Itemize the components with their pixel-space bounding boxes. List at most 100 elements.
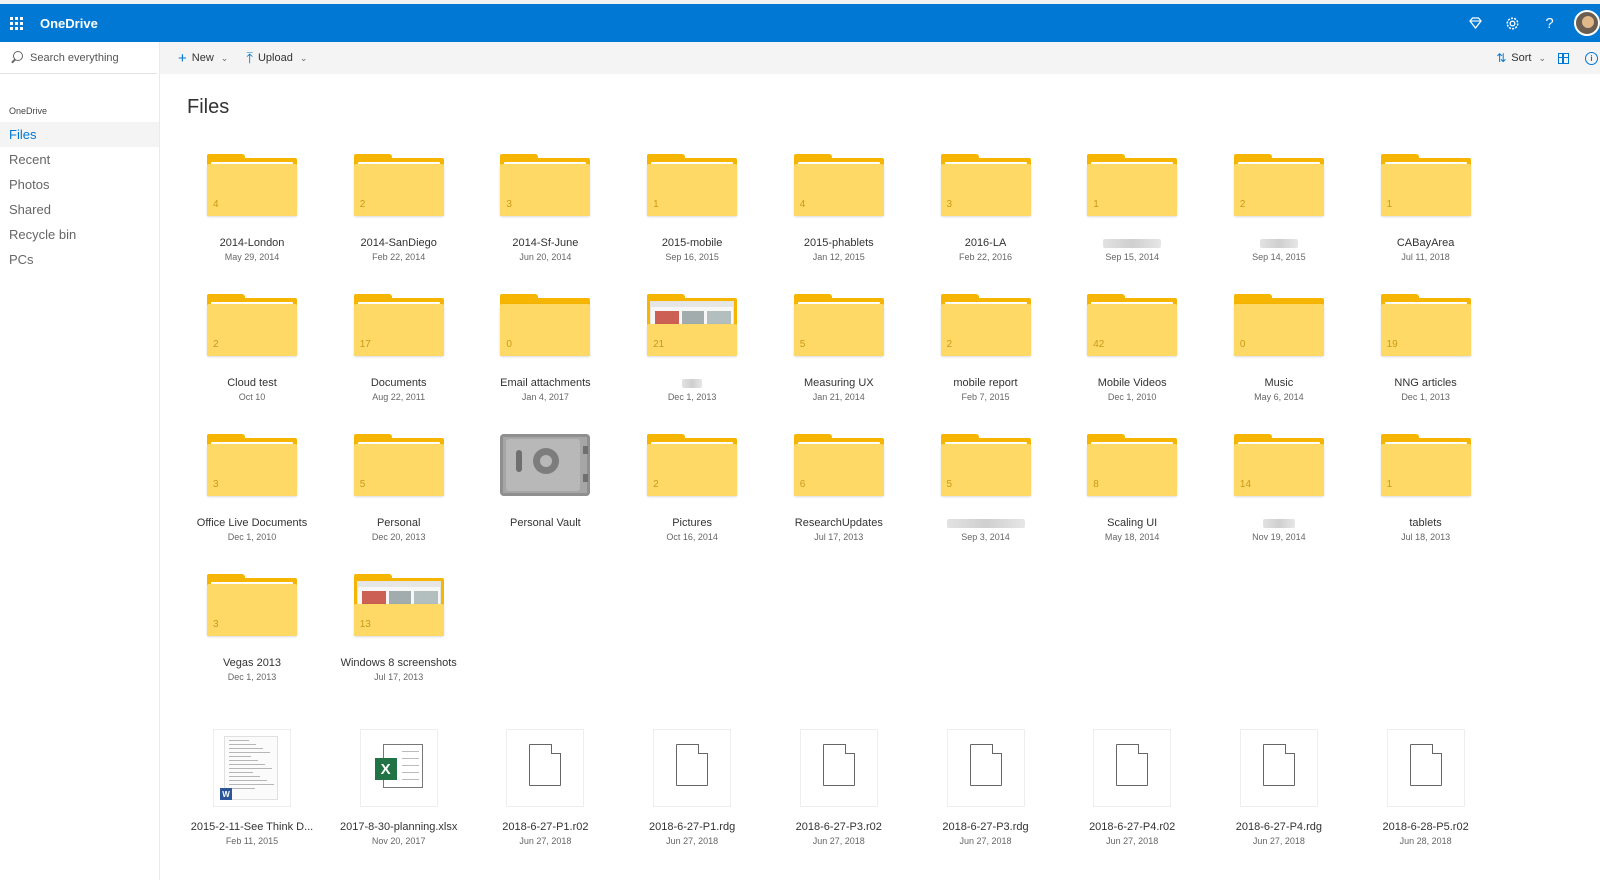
item-count: 0 [1239,339,1246,350]
folder-name: Email attachments [500,377,591,389]
folder-tile[interactable]: 3 Vegas 2013 Dec 1, 2013 [179,574,325,683]
sidebar-item-files[interactable]: Files [0,122,159,147]
folder-date: Sep 15, 2014 [1105,252,1159,262]
folder-tile[interactable]: 3 Office Live Documents Dec 1, 2010 [179,434,325,543]
folder-tile[interactable]: 1 CABayArea Jul 11, 2018 [1353,154,1499,263]
sidebar-item-recycle-bin[interactable]: Recycle bin [0,222,159,247]
folder-name: Personal [376,517,421,529]
search-box[interactable] [0,42,157,74]
folder-tile[interactable]: 0 Music May 6, 2014 [1206,294,1352,403]
avatar[interactable] [1574,10,1600,36]
item-count: 2 [946,339,953,350]
app-launcher-icon[interactable] [0,4,32,42]
folder-tile[interactable]: 4 2014-London May 29, 2014 [179,154,325,263]
folder-icon: 1 [1087,154,1178,216]
folder-name [619,376,765,390]
app-title[interactable]: OneDrive [40,16,98,31]
item-count: 1 [1093,199,1099,210]
folder-icon: 1 [1380,154,1471,216]
folder-tile[interactable]: 1 2015-mobile Sep 16, 2015 [619,154,765,263]
folder-date: Nov 19, 2014 [1252,532,1306,542]
folder-tile[interactable]: 13 Windows 8 screenshots Jul 17, 2013 [326,574,472,683]
help-icon[interactable]: ? [1531,4,1568,42]
folder-tile[interactable]: 5 Personal Dec 20, 2013 [326,434,472,543]
sidebar: OneDrive Files Recent Photos Shared Recy… [0,42,160,880]
folder-date: Oct 16, 2014 [666,532,718,542]
gear-icon[interactable] [1494,4,1531,42]
folder-date: Sep 16, 2015 [665,252,719,262]
folder-icon: 3 [207,574,297,636]
file-tile[interactable]: 2018-6-27-P1.r02 Jun 27, 2018 [472,730,618,847]
folder-tile[interactable]: 3 2016-LA Feb 22, 2016 [913,154,1059,263]
item-count: 5 [359,479,366,490]
folder-icon: 1 [1380,434,1471,496]
generic-file-icon [1094,730,1171,806]
chevron-down-icon: ⌄ [1538,52,1546,63]
premium-diamond-icon[interactable] [1457,4,1494,42]
file-date: Jun 28, 2018 [1399,836,1452,846]
file-tile[interactable]: 2018-6-27-P3.rdg Jun 27, 2018 [913,730,1059,847]
sort-button[interactable]: ⇅ Sort ⌄ [1496,52,1546,64]
file-tile[interactable]: 2018-6-27-P3.r02 Jun 27, 2018 [766,730,912,847]
folder-tile[interactable]: 19 NNG articles Dec 1, 2013 [1353,294,1499,403]
folder-tile[interactable]: 17 Documents Aug 22, 2011 [326,294,472,403]
file-date: Feb 11, 2015 [225,836,279,846]
item-count: 1 [1386,199,1393,210]
vault-icon [500,434,591,496]
item-count: 3 [213,479,219,490]
file-tile[interactable]: 2018-6-27-P1.rdg Jun 27, 2018 [619,730,765,847]
folder-date: Sep 14, 2015 [1252,252,1306,262]
folder-name: Pictures [672,517,712,529]
generic-file-icon [947,730,1024,806]
folder-tile[interactable]: 8 Scaling UI May 18, 2014 [1059,434,1205,543]
item-count: 2 [1239,199,1246,210]
folder-tile[interactable]: 1 Sep 15, 2014 [1059,154,1205,263]
sidebar-item-pcs[interactable]: PCs [0,247,159,272]
folder-tile[interactable]: 14 Nov 19, 2014 [1206,434,1352,543]
item-count: 2 [653,479,659,490]
info-icon[interactable]: i [1585,51,1598,65]
folder-name: mobile report [953,377,1018,389]
file-tile[interactable]: 2018-6-27-P4.rdg Jun 27, 2018 [1206,730,1352,847]
folder-tile[interactable]: 3 2014-Sf-June Jun 20, 2014 [472,154,618,263]
sort-button-label: Sort [1511,52,1532,64]
upload-button[interactable]: ⤒ Upload ⌄ [246,51,307,66]
folder-icon: 1 [647,154,738,216]
file-tile[interactable]: W 2015-2-11-See Think D... Feb 11, 2015 [179,730,325,847]
folder-tile[interactable]: 4 2015-phablets Jan 12, 2015 [766,154,912,263]
file-name: 2015-2-11-See Think D... [190,821,314,833]
folder-name: 2016-LA [964,237,1007,249]
file-tile[interactable]: 2018-6-27-P4.r02 Jun 27, 2018 [1059,730,1205,847]
plus-icon: + [178,49,187,67]
folder-tile[interactable]: 2 Sep 14, 2015 [1206,154,1352,263]
folder-tile[interactable]: 2 2014-SanDiego Feb 22, 2014 [326,154,472,263]
sidebar-item-photos[interactable]: Photos [0,172,159,197]
folder-tile[interactable]: Personal Vault [472,434,618,543]
folder-tile[interactable]: 21 Dec 1, 2013 [619,294,765,403]
item-count: 2 [213,339,219,350]
folder-tile[interactable]: 6 ResearchUpdates Jul 17, 2013 [766,434,912,543]
folder-tile[interactable]: 5 Measuring UX Jan 21, 2014 [766,294,912,403]
search-input[interactable] [30,51,150,64]
file-tile[interactable]: 2018-6-28-P5.r02 Jun 28, 2018 [1353,730,1499,847]
folder-name: Mobile Videos [1097,377,1167,389]
folder-name: 2014-SanDiego [360,237,437,249]
new-button[interactable]: + New ⌄ [178,51,228,66]
tile-view-icon[interactable] [1558,52,1569,64]
folder-tile[interactable]: 1 tablets Jul 18, 2013 [1353,434,1499,543]
folder-tile[interactable]: 2 Pictures Oct 16, 2014 [619,434,765,543]
folder-tile[interactable]: 42 Mobile Videos Dec 1, 2010 [1059,294,1205,403]
file-tile[interactable]: X 2017-8-30-planning.xlsx Nov 20, 2017 [326,730,472,847]
folder-tile[interactable]: 2 Cloud test Oct 10 [179,294,325,403]
folder-name [1059,236,1205,250]
folder-name: Music [1264,377,1294,389]
sidebar-item-shared[interactable]: Shared [0,197,159,222]
folder-date: Jan 12, 2015 [812,252,865,262]
folder-tile[interactable]: 0 Email attachments Jan 4, 2017 [472,294,618,403]
redacted-name [1262,518,1295,528]
folder-icon: 17 [353,294,444,356]
folder-tile[interactable]: 5 Sep 3, 2014 [913,434,1059,543]
folder-tile[interactable]: 2 mobile report Feb 7, 2015 [913,294,1059,403]
sidebar-item-recent[interactable]: Recent [0,147,159,172]
folder-icon: 4 [793,154,884,216]
